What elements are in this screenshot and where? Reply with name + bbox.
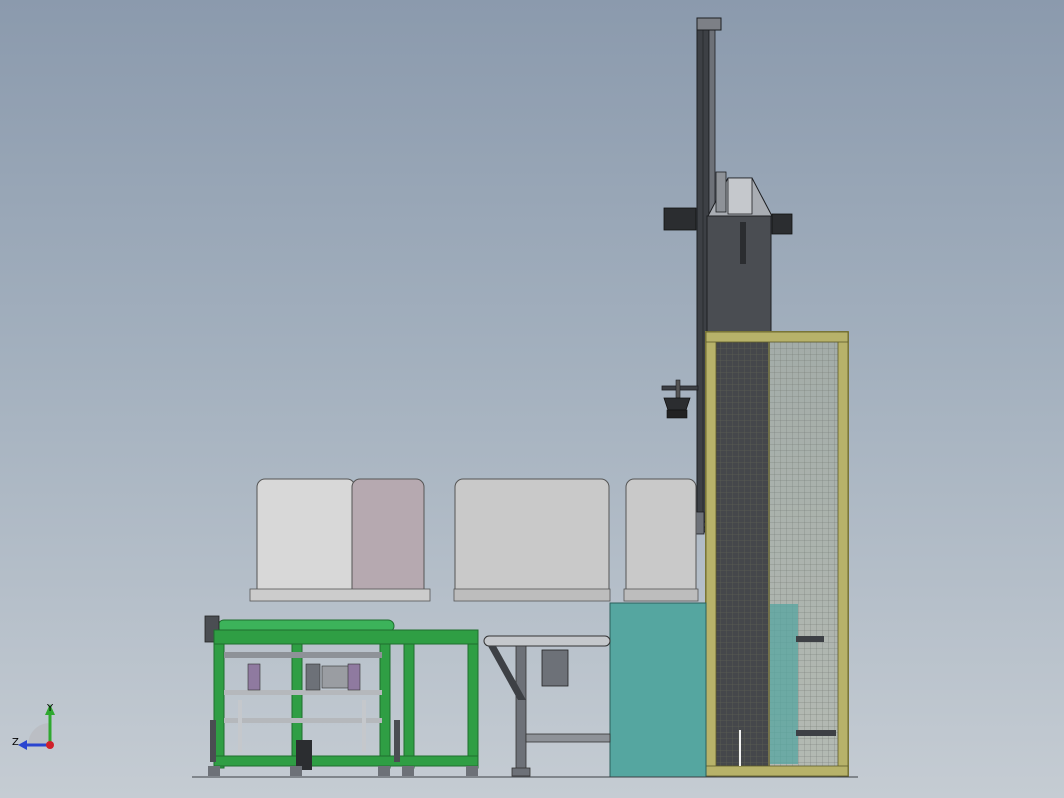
green-frame-station (204, 615, 479, 776)
carton-box-3 (623, 478, 699, 602)
vacuum-gripper (661, 379, 699, 419)
tower-head (663, 171, 793, 337)
belt-conveyor (483, 635, 611, 777)
axis-triad: Y Z (12, 703, 55, 750)
x-axis-dot (46, 741, 54, 749)
cad-viewport[interactable]: Y Z (0, 0, 1064, 798)
z-axis-label: Z (12, 737, 19, 748)
teal-conveyor-panel (609, 602, 707, 778)
carton-box-1 (249, 478, 431, 602)
carton-box-2 (453, 478, 611, 602)
safety-guard-cage (705, 331, 849, 777)
y-axis-label: Y (46, 703, 54, 714)
z-arrow-head (18, 740, 27, 750)
